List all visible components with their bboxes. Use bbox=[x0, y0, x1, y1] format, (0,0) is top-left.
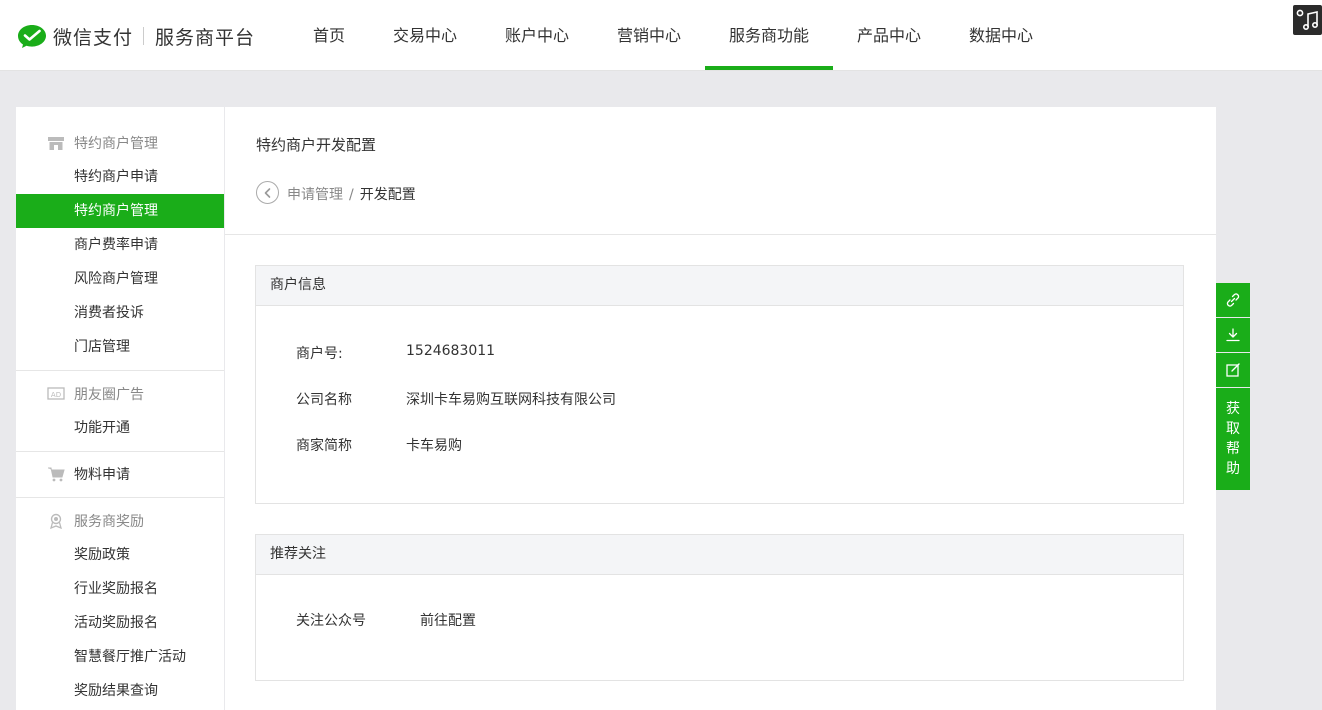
svg-text:AD: AD bbox=[51, 391, 61, 399]
sidebar-item-complaints[interactable]: 消费者投诉 bbox=[16, 296, 224, 330]
nav-transactions[interactable]: 交易中心 bbox=[384, 0, 466, 70]
get-help-button[interactable]: 获取帮助 bbox=[1216, 388, 1250, 490]
sidebar-group-label: 朋友圈广告 bbox=[74, 387, 144, 403]
ad-icon: AD bbox=[47, 387, 65, 400]
merchant-id-value: 1524683011 bbox=[406, 343, 496, 359]
wechat-pay-icon bbox=[18, 25, 46, 48]
nav-marketing[interactable]: 营销中心 bbox=[608, 0, 690, 70]
cart-icon bbox=[48, 467, 65, 482]
sidebar-item-label: 物料申请 bbox=[74, 467, 130, 483]
edit-icon bbox=[1226, 363, 1240, 377]
breadcrumb-parent[interactable]: 申请管理 bbox=[287, 187, 343, 203]
page-title: 特约商户开发配置 bbox=[256, 136, 377, 154]
sidebar-divider bbox=[16, 497, 224, 498]
link-button[interactable] bbox=[1216, 283, 1250, 317]
edit-button[interactable] bbox=[1216, 353, 1250, 387]
nav-account[interactable]: 账户中心 bbox=[496, 0, 578, 70]
back-button[interactable] bbox=[256, 181, 279, 204]
sidebar-item-enable-feature[interactable]: 功能开通 bbox=[16, 411, 224, 445]
sidebar-item-reward-policy[interactable]: 奖励政策 bbox=[16, 538, 224, 572]
sidebar-divider bbox=[16, 451, 224, 452]
sidebar-item-industry-reward[interactable]: 行业奖励报名 bbox=[16, 572, 224, 606]
breadcrumb: 申请管理 / 开发配置 bbox=[287, 184, 416, 204]
brand-name: 微信支付 bbox=[53, 26, 134, 49]
nav-partner-functions[interactable]: 服务商功能 bbox=[705, 0, 833, 70]
sidebar-item-materials[interactable]: 物料申请 bbox=[16, 457, 224, 491]
merchant-info-panel: 商户信息 商户号: 1524683011 公司名称 深圳卡车易购互联网科技有限公… bbox=[255, 265, 1184, 504]
recommend-panel: 推荐关注 关注公众号 前往配置 bbox=[255, 534, 1184, 681]
wechat-pay-logo[interactable]: 微信支付 服务商平台 bbox=[17, 22, 255, 50]
sidebar-item-reward-results[interactable]: 奖励结果查询 bbox=[16, 674, 224, 708]
nav-products[interactable]: 产品中心 bbox=[848, 0, 930, 70]
panel-heading: 商户信息 bbox=[256, 266, 1183, 306]
sidebar-group-merchant: 特约商户管理 bbox=[16, 126, 224, 160]
chevron-left-icon bbox=[264, 187, 270, 198]
sidebar-item-activity-reward[interactable]: 活动奖励报名 bbox=[16, 606, 224, 640]
nav-data[interactable]: 数据中心 bbox=[960, 0, 1042, 70]
sidebar-item-fee-apply[interactable]: 商户费率申请 bbox=[16, 228, 224, 262]
sidebar-item-smart-restaurant[interactable]: 智慧餐厅推广活动 bbox=[16, 640, 224, 674]
sidebar-item-risk-merchant[interactable]: 风险商户管理 bbox=[16, 262, 224, 296]
sidebar-group-ads: AD 朋友圈广告 bbox=[16, 377, 224, 411]
configure-link[interactable]: 前往配置 bbox=[420, 610, 476, 630]
platform-name: 服务商平台 bbox=[155, 26, 256, 49]
header-divider bbox=[225, 234, 1216, 235]
sidebar-divider bbox=[16, 370, 224, 371]
breadcrumb-current: 开发配置 bbox=[359, 187, 416, 203]
store-icon bbox=[48, 137, 64, 150]
nav-home[interactable]: 首页 bbox=[290, 0, 368, 70]
short-name-value: 卡车易购 bbox=[406, 438, 462, 454]
download-button[interactable] bbox=[1216, 318, 1250, 352]
breadcrumb-separator: / bbox=[349, 187, 354, 203]
award-icon bbox=[50, 513, 62, 529]
sidebar-group-label: 服务商奖励 bbox=[74, 514, 144, 530]
main-content: 特约商户开发配置 申请管理 / 开发配置 商户信息 商户号: 1524683011 … bbox=[225, 107, 1216, 710]
help-label: 获取帮助 bbox=[1226, 401, 1240, 477]
sidebar: 特约商户管理 特约商户申请 特约商户管理 商户费率申请 风险商户管理 消费者投诉… bbox=[16, 107, 224, 710]
music-note-icon[interactable] bbox=[1293, 5, 1322, 35]
company-name-value: 深圳卡车易购互联网科技有限公司 bbox=[406, 392, 616, 408]
company-name-label: 公司名称 bbox=[296, 392, 352, 408]
sidebar-group-label: 特约商户管理 bbox=[74, 136, 158, 152]
sidebar-item-stores[interactable]: 门店管理 bbox=[16, 330, 224, 364]
panel-heading: 推荐关注 bbox=[256, 535, 1183, 575]
logo-divider bbox=[143, 27, 145, 45]
sidebar-group-rewards: 服务商奖励 bbox=[16, 504, 224, 538]
link-icon bbox=[1226, 293, 1240, 307]
sidebar-item-merchant-apply[interactable]: 特约商户申请 bbox=[16, 160, 224, 194]
top-header: 微信支付 服务商平台 首页 交易中心 账户中心 营销中心 服务商功能 产品中心 … bbox=[0, 0, 1322, 71]
follow-account-label: 关注公众号 bbox=[296, 613, 366, 629]
sidebar-item-merchant-manage[interactable]: 特约商户管理 bbox=[16, 194, 224, 228]
download-icon bbox=[1226, 328, 1240, 342]
short-name-label: 商家简称 bbox=[296, 438, 352, 454]
merchant-id-label: 商户号: bbox=[296, 346, 343, 362]
